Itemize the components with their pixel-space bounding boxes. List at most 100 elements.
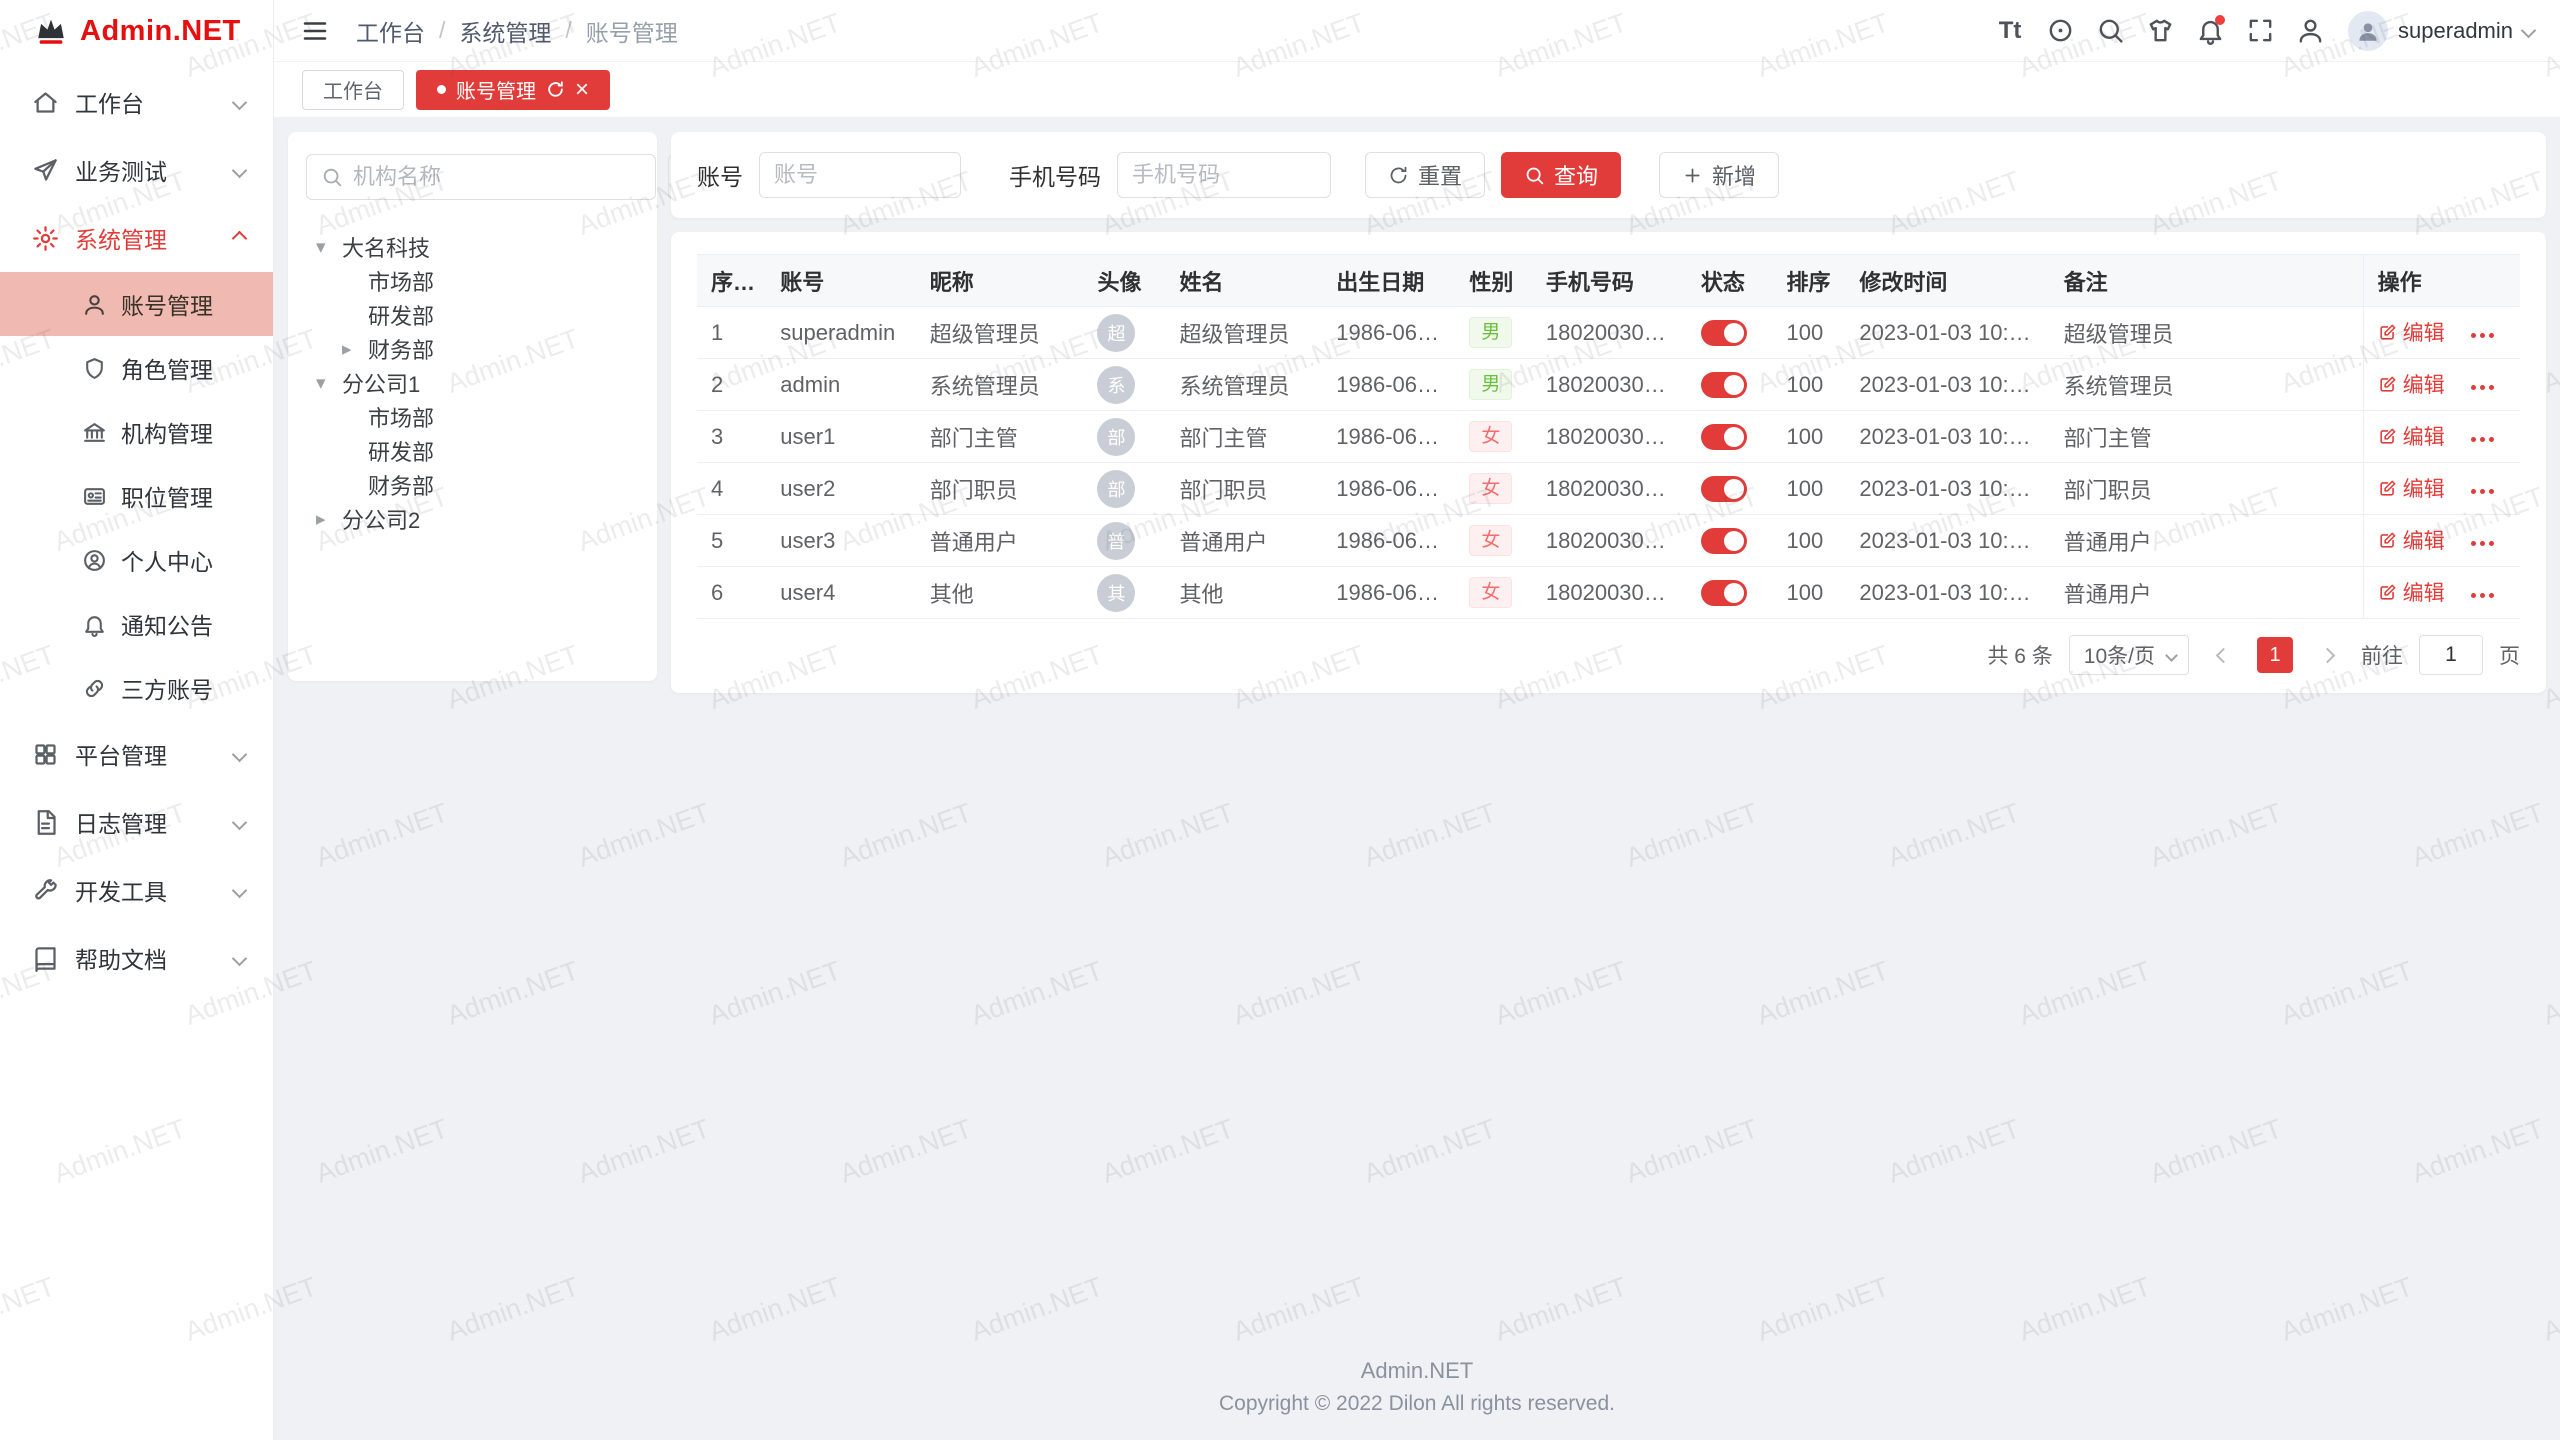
refresh-icon[interactable]: [546, 80, 565, 99]
account-input[interactable]: [759, 152, 961, 198]
tree-node[interactable]: ▾分公司1: [306, 366, 639, 400]
table-row: 3 user1 部门主管 部 部门主管 1986-06-28 女 1802003…: [697, 411, 2520, 463]
status-toggle[interactable]: [1701, 372, 1747, 398]
sidebar-item-label: 机构管理: [121, 415, 213, 449]
sidebar-item-dev-tools[interactable]: 开发工具: [0, 856, 273, 924]
edit-button[interactable]: 编辑: [2378, 421, 2445, 451]
caret-down-icon: ▾: [316, 372, 342, 395]
sidebar-menu: 工作台 业务测试 系统管理 账号管理 角色管理 机构管理 职位管理: [0, 62, 273, 1440]
user-menu[interactable]: superadmin: [2348, 11, 2534, 51]
theme-skin-icon[interactable]: [2138, 9, 2182, 53]
breadcrumb-item[interactable]: 工作台: [356, 14, 425, 48]
sidebar-item-role-management[interactable]: 角色管理: [0, 336, 273, 400]
column-header: 账号: [766, 255, 915, 307]
right-column: 账号 手机号码 重置 查询 新增: [671, 132, 2546, 693]
tree-node[interactable]: ▸分公司2: [306, 502, 639, 536]
user-profile-icon[interactable]: [2288, 9, 2332, 53]
page-size-select[interactable]: 10条/页: [2069, 635, 2189, 675]
topbar: 工作台 / 系统管理 / 账号管理 Tt superadmin: [274, 0, 2560, 62]
table-row: 1 superadmin 超级管理员 超 超级管理员 1986-06-28 男 …: [697, 307, 2520, 359]
edit-icon: [2378, 531, 2397, 550]
query-form: 账号 手机号码 重置 查询 新增: [671, 132, 2546, 218]
breadcrumb-item[interactable]: 系统管理: [459, 14, 551, 48]
sidebar-item-position-management[interactable]: 职位管理: [0, 464, 273, 528]
sidebar-item-account-management[interactable]: 账号管理: [0, 272, 273, 336]
more-actions-button[interactable]: [2467, 385, 2494, 390]
tab-account-management[interactable]: 账号管理 ×: [416, 70, 610, 110]
tree-node[interactable]: 研发部: [306, 298, 639, 332]
avatar: 其: [1097, 574, 1135, 612]
caret-right-icon: ▸: [316, 508, 342, 531]
close-icon[interactable]: ×: [575, 78, 589, 102]
edit-button[interactable]: 编辑: [2378, 473, 2445, 503]
search-icon[interactable]: [2088, 9, 2132, 53]
status-toggle[interactable]: [1701, 424, 1747, 450]
sidebar-item-label: 个人中心: [121, 543, 213, 577]
tree-node[interactable]: ▸财务部: [306, 332, 639, 366]
tab-workbench[interactable]: 工作台: [302, 70, 404, 110]
sidebar-item-system-management[interactable]: 系统管理: [0, 204, 273, 272]
fullscreen-icon[interactable]: [2238, 9, 2282, 53]
table-row: 4 user2 部门职员 部 部门职员 1986-06-28 女 1802003…: [697, 463, 2520, 515]
status-toggle[interactable]: [1701, 580, 1747, 606]
component-size-icon[interactable]: [2038, 9, 2082, 53]
reset-button[interactable]: 重置: [1365, 152, 1485, 198]
chevron-down-icon: [232, 746, 248, 762]
tree-node[interactable]: 财务部: [306, 468, 639, 502]
more-actions-button[interactable]: [2467, 489, 2494, 494]
goto-page-input[interactable]: [2419, 635, 2483, 675]
more-actions-button[interactable]: [2467, 437, 2494, 442]
phone-input[interactable]: [1117, 152, 1331, 198]
status-toggle[interactable]: [1701, 476, 1747, 502]
tree-node[interactable]: ▾大名科技: [306, 230, 639, 264]
sidebar-item-log-management[interactable]: 日志管理: [0, 788, 273, 856]
sidebar-item-personal-center[interactable]: 个人中心: [0, 528, 273, 592]
sidebar-item-label: 通知公告: [121, 607, 213, 641]
status-toggle[interactable]: [1701, 528, 1747, 554]
sidebar-item-label: 平台管理: [75, 737, 167, 771]
more-actions-button[interactable]: [2467, 333, 2494, 338]
sidebar-item-workbench[interactable]: 工作台: [0, 68, 273, 136]
hamburger-menu-icon[interactable]: [300, 16, 330, 46]
sidebar-item-help-docs[interactable]: 帮助文档: [0, 924, 273, 992]
more-actions-button[interactable]: [2467, 593, 2494, 598]
org-search-field[interactable]: [306, 154, 656, 200]
page-number-button[interactable]: 1: [2257, 637, 2293, 673]
add-button[interactable]: 新增: [1659, 152, 1779, 198]
page-unit-label: 页: [2499, 640, 2520, 670]
sex-badge: 女: [1469, 577, 1512, 609]
chevron-down-icon: [232, 162, 248, 178]
search-button[interactable]: 查询: [1501, 152, 1621, 198]
sidebar-item-platform-management[interactable]: 平台管理: [0, 720, 273, 788]
edit-icon: [2378, 479, 2397, 498]
goto-label: 前往: [2361, 640, 2403, 670]
chevron-down-icon: [232, 882, 248, 898]
logo[interactable]: Admin.NET: [0, 0, 273, 62]
sidebar-item-business-test[interactable]: 业务测试: [0, 136, 273, 204]
sidebar-item-label: 角色管理: [121, 351, 213, 385]
edit-button[interactable]: 编辑: [2378, 369, 2445, 399]
tree-node[interactable]: 研发部: [306, 434, 639, 468]
font-size-icon[interactable]: Tt: [1988, 9, 2032, 53]
next-page-button[interactable]: [2309, 637, 2345, 673]
edit-button[interactable]: 编辑: [2378, 317, 2445, 347]
edit-icon: [2378, 375, 2397, 394]
sidebar-item-org-management[interactable]: 机构管理: [0, 400, 273, 464]
main-area: 工作台 / 系统管理 / 账号管理 Tt superadmin 工作台: [274, 0, 2560, 1440]
more-actions-button[interactable]: [2467, 541, 2494, 546]
prev-page-button[interactable]: [2205, 637, 2241, 673]
account-label: 账号: [697, 158, 743, 192]
sidebar-item-notice[interactable]: 通知公告: [0, 592, 273, 656]
avatar: 超: [1097, 314, 1135, 352]
table-row: 5 user3 普通用户 普 普通用户 1986-06-28 女 1802003…: [697, 515, 2520, 567]
status-toggle[interactable]: [1701, 320, 1747, 346]
org-search-input[interactable]: [353, 164, 641, 190]
edit-button[interactable]: 编辑: [2378, 577, 2445, 607]
notification-bell-icon[interactable]: [2188, 9, 2232, 53]
tree-node[interactable]: 市场部: [306, 264, 639, 298]
sidebar-item-label: 职位管理: [121, 479, 213, 513]
tree-node[interactable]: 市场部: [306, 400, 639, 434]
sidebar-item-thirdparty-account[interactable]: 三方账号: [0, 656, 273, 720]
edit-button[interactable]: 编辑: [2378, 525, 2445, 555]
column-header: 修改时间: [1845, 255, 2049, 307]
